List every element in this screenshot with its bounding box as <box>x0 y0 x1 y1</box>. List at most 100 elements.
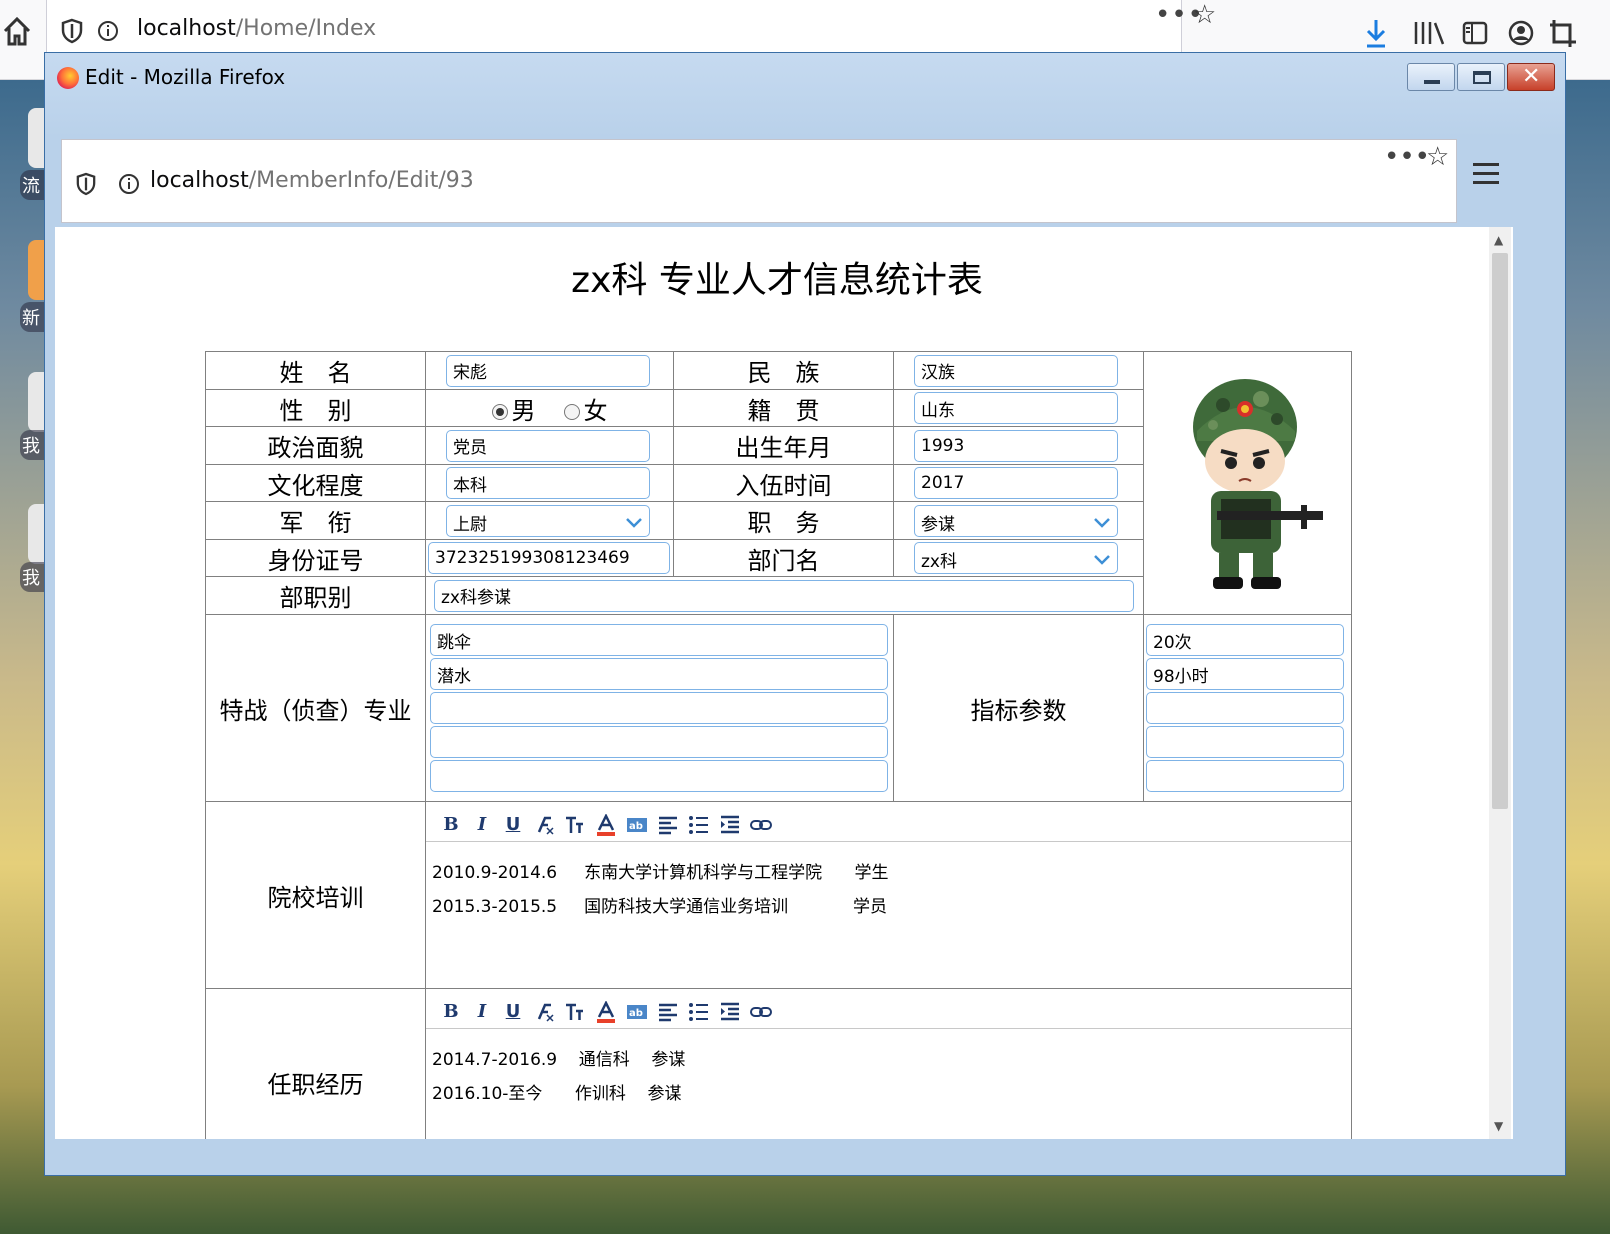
account-icon[interactable] <box>1508 20 1534 46</box>
dept-label: 部门名 <box>673 539 894 577</box>
name-label: 姓 名 <box>205 351 426 390</box>
align-icon[interactable] <box>657 1001 679 1023</box>
political-input[interactable] <box>446 429 650 462</box>
bookmark-star-icon[interactable]: ☆ <box>1426 142 1449 172</box>
id-input[interactable] <box>428 542 670 574</box>
underline-button[interactable]: U <box>502 1001 524 1023</box>
hamburger-menu-icon[interactable] <box>1473 163 1499 185</box>
position-cell: 参谋 <box>893 501 1144 540</box>
bold-button[interactable]: B <box>440 814 462 836</box>
url-path: /Home/Index <box>235 16 377 41</box>
enlist-input[interactable] <box>914 467 1118 499</box>
gender-option-female[interactable]: 女 <box>563 391 608 426</box>
position-selected-value: 参谋 <box>921 514 955 535</box>
list-icon[interactable] <box>688 1001 710 1023</box>
download-icon[interactable] <box>1366 20 1386 48</box>
indicator-input-5[interactable] <box>1146 760 1344 792</box>
window-titlebar[interactable]: Edit - Mozilla Firefox ✕ <box>45 53 1565 137</box>
italic-button[interactable]: I <box>471 814 493 836</box>
font-color-icon[interactable] <box>595 813 617 836</box>
bold-button[interactable]: B <box>440 1001 462 1023</box>
highlight-icon[interactable]: ab <box>626 814 648 836</box>
dept-select[interactable]: zx科 <box>914 542 1118 574</box>
origin-label: 籍 贯 <box>673 389 894 427</box>
radio-female[interactable] <box>563 403 580 420</box>
indent-icon[interactable] <box>719 814 741 836</box>
clear-format-icon[interactable] <box>533 814 555 836</box>
gender-male-label: 男 <box>511 396 536 425</box>
app-icon <box>28 240 44 300</box>
url-bar[interactable]: localhost/MemberInfo/Edit/93 ••• ☆ <box>61 139 1457 223</box>
link-icon[interactable] <box>750 1001 772 1023</box>
name-input[interactable] <box>446 354 650 387</box>
radio-male[interactable] <box>491 403 508 420</box>
gender-option-male[interactable]: 男 <box>491 391 536 426</box>
editor-toolbar: B I U ab <box>426 802 1351 842</box>
career-editor-content[interactable]: 2014.7-2016.9 通信科 参谋 2016.10-至今 作训科 参谋 <box>426 1029 1351 1111</box>
close-button[interactable]: ✕ <box>1507 63 1555 91</box>
specialty-input-3[interactable] <box>430 692 888 724</box>
scroll-up-icon[interactable]: ▲ <box>1494 233 1503 247</box>
indicator-input-2[interactable] <box>1146 658 1344 690</box>
specialty-input-2[interactable] <box>430 658 888 690</box>
training-editor[interactable]: B I U ab 2010.9-2014.6 东南大学计算机科学与工程学院 学生… <box>425 801 1352 989</box>
background-url-text[interactable]: localhost/Home/Index <box>137 16 376 41</box>
font-color-icon[interactable] <box>595 1000 617 1023</box>
svg-text:ab: ab <box>629 1008 643 1019</box>
origin-cell <box>893 389 1144 427</box>
specialty-input-5[interactable] <box>430 760 888 792</box>
indent-icon[interactable] <box>719 1001 741 1023</box>
italic-button[interactable]: I <box>471 1001 493 1023</box>
position-label: 职 务 <box>673 501 894 540</box>
app-icon <box>28 372 44 432</box>
clear-format-icon[interactable] <box>533 1001 555 1023</box>
position-select[interactable]: 参谋 <box>914 504 1118 537</box>
level-input[interactable] <box>434 579 1134 612</box>
origin-input[interactable] <box>914 392 1118 424</box>
scrollbar-thumb[interactable] <box>1492 253 1508 809</box>
level-label: 部职别 <box>205 576 426 615</box>
training-editor-content[interactable]: 2010.9-2014.6 东南大学计算机科学与工程学院 学生 2015.3-2… <box>426 842 1351 924</box>
screenshot-icon[interactable] <box>1550 20 1576 47</box>
political-label: 政治面貌 <box>205 426 426 465</box>
soldier-avatar-image[interactable] <box>1173 365 1327 595</box>
info-icon[interactable] <box>97 20 119 42</box>
education-cell <box>425 464 674 502</box>
indicator-input-4[interactable] <box>1146 726 1344 758</box>
bookmark-star-icon[interactable]: ☆ <box>1193 0 1216 30</box>
indicator-input-1[interactable] <box>1146 624 1344 656</box>
birth-cell <box>893 426 1144 465</box>
scroll-down-icon[interactable]: ▼ <box>1494 1119 1503 1133</box>
svg-text:ab: ab <box>629 821 643 832</box>
sidebar-icon[interactable] <box>1462 21 1488 45</box>
page-actions-icon[interactable]: ••• <box>1384 142 1430 172</box>
member-info-form: 姓 名 民 族 <box>205 351 1352 1139</box>
indicator-input-3[interactable] <box>1146 692 1344 724</box>
list-icon[interactable] <box>688 814 710 836</box>
link-icon[interactable] <box>750 814 772 836</box>
maximize-button[interactable] <box>1457 63 1505 91</box>
font-size-icon[interactable] <box>564 814 586 836</box>
gender-cell: 男 女 <box>425 389 674 427</box>
shield-icon[interactable] <box>76 172 96 196</box>
highlight-icon[interactable]: ab <box>626 1001 648 1023</box>
info-icon[interactable] <box>118 173 140 195</box>
minimize-button[interactable] <box>1407 63 1455 91</box>
url-text[interactable]: localhost/MemberInfo/Edit/93 <box>150 168 474 193</box>
align-icon[interactable] <box>657 814 679 836</box>
specialty-input-4[interactable] <box>430 726 888 758</box>
underline-button[interactable]: U <box>502 814 524 836</box>
rank-select[interactable]: 上尉 <box>446 504 650 537</box>
enlist-cell <box>893 464 1144 502</box>
home-icon[interactable] <box>2 14 32 48</box>
ethnic-label: 民 族 <box>673 351 894 390</box>
shield-icon[interactable] <box>61 18 83 44</box>
ethnic-input[interactable] <box>914 354 1118 387</box>
library-icon[interactable] <box>1414 22 1445 45</box>
vertical-scrollbar[interactable]: ▲ ▼ <box>1489 227 1511 1139</box>
birth-input[interactable] <box>914 429 1118 462</box>
career-editor[interactable]: B I U ab 2014.7-2016.9 通信科 参谋 2016.10-至今… <box>425 988 1352 1139</box>
education-input[interactable] <box>446 467 650 499</box>
font-size-icon[interactable] <box>564 1001 586 1023</box>
specialty-input-1[interactable] <box>430 624 888 656</box>
